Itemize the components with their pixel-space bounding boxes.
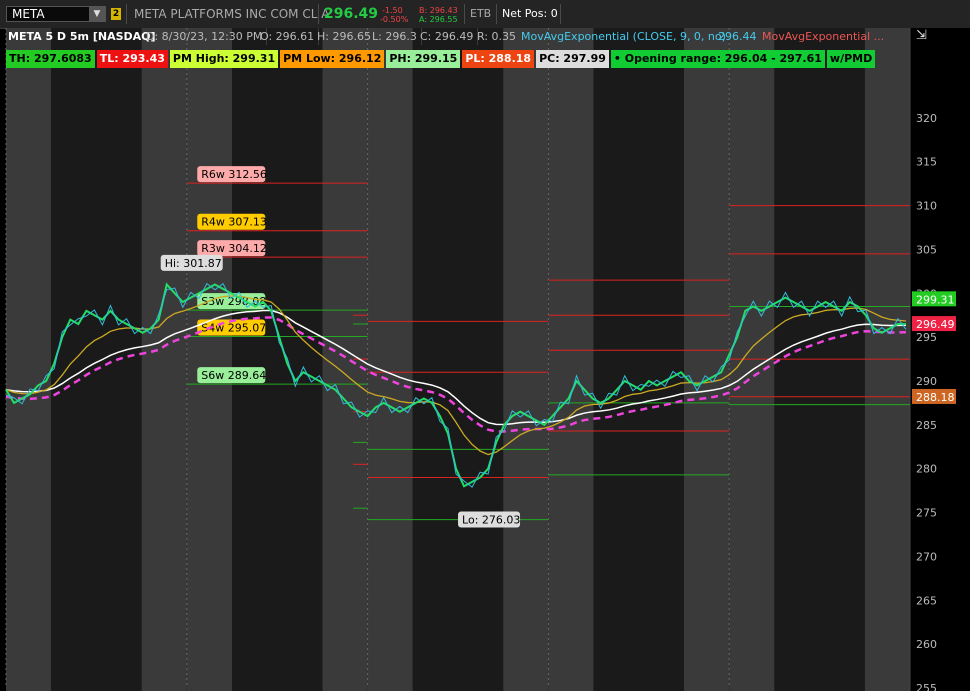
link-number-badge[interactable]: 2: [111, 8, 121, 20]
axis-badge: 288.18: [916, 391, 955, 404]
bar-range: R: 0.35: [473, 28, 521, 45]
y-tick-label: 320: [916, 112, 937, 125]
bid-price: B: 296.43: [419, 6, 458, 15]
level-label: w/PMD: [826, 50, 876, 68]
company-name: META PLATFORMS INC COM CL A: [134, 7, 330, 21]
y-tick-label: 265: [916, 594, 937, 607]
session-band: [232, 28, 323, 691]
y-tick-label: 255: [916, 682, 937, 691]
price-annotation: Hi: 301.87: [165, 257, 222, 270]
level-label: • Opening range: 296.04 - 297.61: [610, 50, 825, 68]
extended-hours-band: [503, 28, 549, 691]
symbol-input[interactable]: META ▼: [6, 6, 106, 22]
study-ema-slow[interactable]: MovAvgExponential ...: [758, 28, 890, 45]
level-label: PM High: 299.31: [169, 50, 279, 68]
y-tick-label: 260: [916, 638, 937, 651]
pivot-label: R3w 304.12: [201, 242, 267, 255]
level-label: TL: 293.43: [96, 50, 168, 68]
level-label: PL: 288.18: [462, 50, 535, 68]
extended-hours-band: [367, 28, 413, 691]
extended-hours-band: [684, 28, 730, 691]
pivot-label: R4w 307.13: [201, 216, 267, 229]
level-label: PH: 299.15: [386, 50, 461, 68]
study-ema9[interactable]: MovAvgExponential (CLOSE, 9, 0, no): [517, 28, 731, 45]
change-value: -1.50: [382, 6, 403, 15]
y-tick-label: 295: [916, 331, 937, 344]
y-tick-label: 280: [916, 463, 937, 476]
divider: [464, 4, 465, 24]
y-tick-label: 285: [916, 419, 937, 432]
bar-low: L: 296.3: [368, 28, 422, 45]
chevron-down-icon[interactable]: ▼: [89, 7, 105, 21]
ask-price: A: 296.55: [419, 15, 458, 24]
level-label: PC: 297.99: [536, 50, 609, 68]
y-tick-label: 305: [916, 243, 937, 256]
divider: [560, 4, 561, 24]
pivot-label: R6w 312.56: [201, 168, 267, 181]
last-price: 296.49: [324, 6, 379, 22]
price-annotation: Lo: 276.03: [462, 514, 520, 527]
net-position: Net Pos: 0: [502, 7, 558, 20]
divider: [496, 4, 497, 24]
exchange-badge: ETB: [470, 7, 492, 20]
top-toolbar: META ▼ 2 META PLATFORMS INC COM CL A 296…: [0, 0, 970, 29]
pivot-label: S6w 289.64: [201, 369, 266, 382]
extended-hours-band: [548, 28, 594, 691]
chart-header: META 5 D 5m [NASDAQ] D: 8/30/23, 12:30 P…: [0, 28, 910, 46]
bar-close: C: 296.49: [416, 28, 479, 45]
y-tick-label: 315: [916, 156, 937, 169]
study-ema9-value: 296.44: [714, 28, 762, 45]
symbol-text: META: [12, 7, 45, 21]
session-band: [412, 28, 504, 691]
session-band: [51, 28, 142, 691]
y-tick-label: 310: [916, 200, 937, 213]
divider: [318, 4, 319, 24]
level-label: TH: 297.6083: [6, 50, 95, 68]
price-axis: [910, 28, 970, 691]
axis-badge: 296.49: [916, 318, 955, 331]
chart-title: META 5 D 5m [NASDAQ]: [4, 28, 161, 45]
axis-badge: 299.31: [916, 293, 955, 306]
y-tick-label: 270: [916, 550, 937, 563]
extended-hours-band: [141, 28, 187, 691]
extended-hours-band: [6, 28, 52, 691]
y-tick-label: 290: [916, 375, 937, 388]
change-percent: -0.50%: [380, 15, 409, 24]
price-chart[interactable]: 2552602652702752802852902953003053103153…: [0, 28, 970, 691]
bar-date: D: 8/30/23, 12:30 PM: [142, 28, 268, 45]
bar-high: H: 296.65: [313, 28, 376, 45]
bar-open: O: 296.61: [256, 28, 320, 45]
expand-icon[interactable]: ⇲: [916, 28, 930, 43]
y-tick-label: 275: [916, 507, 937, 520]
divider: [126, 4, 127, 24]
extended-hours-band: [186, 28, 232, 691]
session-band: [593, 28, 684, 691]
level-label: PM Low: 296.12: [280, 50, 385, 68]
